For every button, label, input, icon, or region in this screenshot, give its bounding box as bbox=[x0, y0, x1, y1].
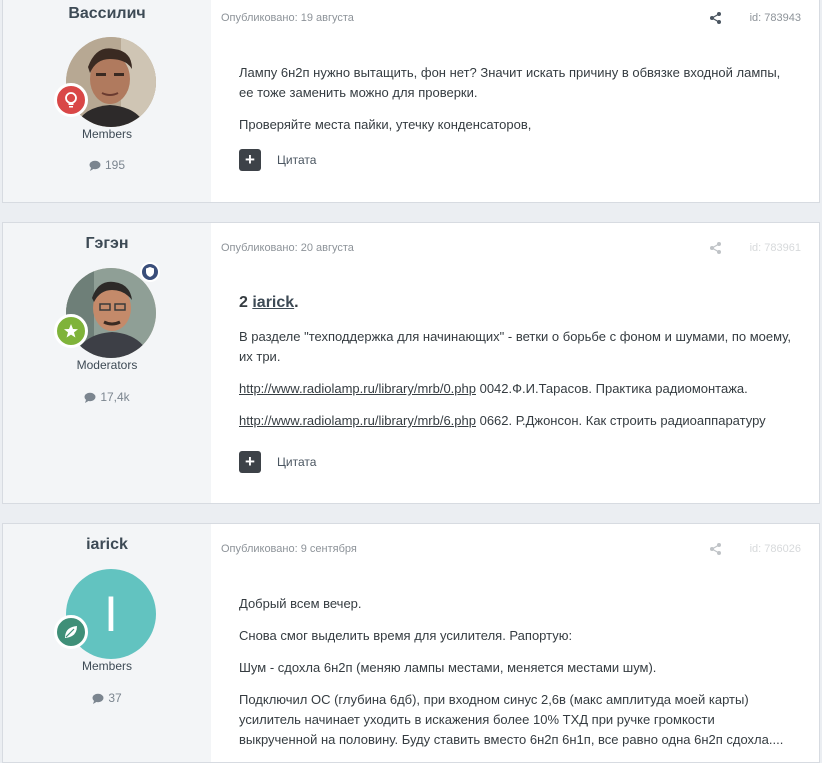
post-count-value: 37 bbox=[108, 691, 122, 705]
author-group: Moderators bbox=[76, 358, 138, 372]
avatar-container[interactable] bbox=[54, 37, 156, 127]
post-body: Опубликовано: 19 августа id: 783943 Ламп… bbox=[211, 0, 819, 202]
multiquote-button[interactable]: + bbox=[239, 451, 261, 473]
quote-button[interactable]: Цитата bbox=[277, 153, 316, 167]
post-id[interactable]: id: 786026 bbox=[750, 543, 801, 555]
comment-icon bbox=[84, 392, 96, 403]
comment-icon bbox=[92, 693, 104, 704]
post-786026: iarick I Members 37 Опубликовано: 9 сент… bbox=[2, 523, 820, 763]
comment-icon bbox=[89, 160, 101, 171]
link-line: http://www.radiolamp.ru/library/mrb/6.ph… bbox=[239, 411, 795, 431]
rank-badge bbox=[54, 83, 88, 117]
link-desc: 0042.Ф.И.Тарасов. Практика радиомонтажа. bbox=[475, 381, 748, 396]
post-count-value: 195 bbox=[104, 158, 126, 172]
heading-prefix: 2 bbox=[239, 294, 253, 311]
published-date[interactable]: Опубликовано: 19 августа bbox=[221, 12, 354, 24]
share-icon[interactable] bbox=[710, 242, 721, 254]
lightbulb-icon bbox=[65, 92, 77, 108]
quote-button[interactable]: Цитата bbox=[277, 455, 316, 469]
moderator-badge bbox=[140, 262, 160, 282]
published-date[interactable]: Опубликовано: 9 сентября bbox=[221, 543, 357, 555]
avatar-container[interactable]: I bbox=[54, 569, 156, 659]
rank-badge bbox=[54, 314, 88, 348]
post-body: Опубликовано: 9 сентября id: 786026 Добр… bbox=[211, 524, 819, 762]
post-count: 17,4k bbox=[3, 390, 211, 404]
rank-badge bbox=[54, 615, 88, 649]
post-id[interactable]: id: 783961 bbox=[750, 242, 801, 254]
post-actions: + Цитата bbox=[239, 149, 316, 171]
library-link-0[interactable]: http://www.radiolamp.ru/library/mrb/0.ph… bbox=[239, 381, 476, 396]
post-count-value: 17,4k bbox=[100, 390, 130, 404]
paragraph: Подключил ОС (глубина 6дб), при входном … bbox=[239, 692, 784, 747]
post-783961: Гэгэн Moderators 17,4k Опубликовано: 20 … bbox=[2, 222, 820, 504]
paragraph: Шум - сдохла 6н2п (меняю лампы местами, … bbox=[239, 660, 657, 675]
paragraph: Снова смог выделить время для усилителя.… bbox=[239, 628, 573, 643]
paragraph: Лампу 6н2п нужно вытащить, фон нет? Знач… bbox=[239, 65, 781, 100]
author-name[interactable]: Гэгэн bbox=[3, 235, 211, 253]
author-name[interactable]: iarick bbox=[3, 536, 211, 554]
post-actions: + Цитата bbox=[239, 451, 316, 473]
post-body: Опубликовано: 20 августа id: 783961 2 ia… bbox=[211, 223, 819, 503]
share-icon[interactable] bbox=[710, 543, 721, 555]
author-name[interactable]: Вассилич bbox=[3, 5, 211, 23]
post-id[interactable]: id: 783943 bbox=[750, 12, 801, 24]
paragraph: В разделе "техподдержка для начинающих" … bbox=[239, 329, 791, 364]
post-783943: Вассилич Members 195 Опубликовано: 19 ав… bbox=[2, 0, 820, 203]
post-heading: 2 iarick. bbox=[239, 293, 795, 313]
author-panel: Гэгэн Moderators 17,4k bbox=[3, 223, 211, 503]
paragraph: Проверяйте места пайки, утечку конденсат… bbox=[239, 117, 532, 132]
mention-link[interactable]: iarick bbox=[252, 294, 294, 311]
multiquote-button[interactable]: + bbox=[239, 149, 261, 171]
post-content: 2 iarick. В разделе "техподдержка для на… bbox=[239, 293, 795, 443]
post-content: Добрый всем вечер. Снова смог выделить в… bbox=[239, 594, 795, 762]
shield-icon bbox=[146, 267, 154, 277]
leaf-icon bbox=[65, 626, 77, 638]
link-desc: 0662. Р.Джонсон. Как строить радиоаппара… bbox=[475, 413, 766, 428]
avatar-container[interactable] bbox=[54, 262, 160, 358]
paragraph: Добрый всем вечер. bbox=[239, 596, 362, 611]
author-group: Members bbox=[81, 659, 132, 673]
heading-suffix: . bbox=[294, 294, 299, 311]
link-line: http://www.radiolamp.ru/library/mrb/0.ph… bbox=[239, 379, 795, 399]
star-icon bbox=[64, 324, 78, 338]
library-link-6[interactable]: http://www.radiolamp.ru/library/mrb/6.ph… bbox=[239, 413, 476, 428]
post-content: Лампу 6н2п нужно вытащить, фон нет? Знач… bbox=[239, 63, 795, 147]
published-date[interactable]: Опубликовано: 20 августа bbox=[221, 242, 354, 254]
post-count: 195 bbox=[3, 158, 211, 172]
post-count: 37 bbox=[3, 691, 211, 705]
author-group: Members bbox=[81, 127, 132, 141]
author-panel: Вассилич Members 195 bbox=[3, 0, 211, 202]
share-icon[interactable] bbox=[710, 12, 721, 24]
author-panel: iarick I Members 37 bbox=[3, 524, 211, 762]
